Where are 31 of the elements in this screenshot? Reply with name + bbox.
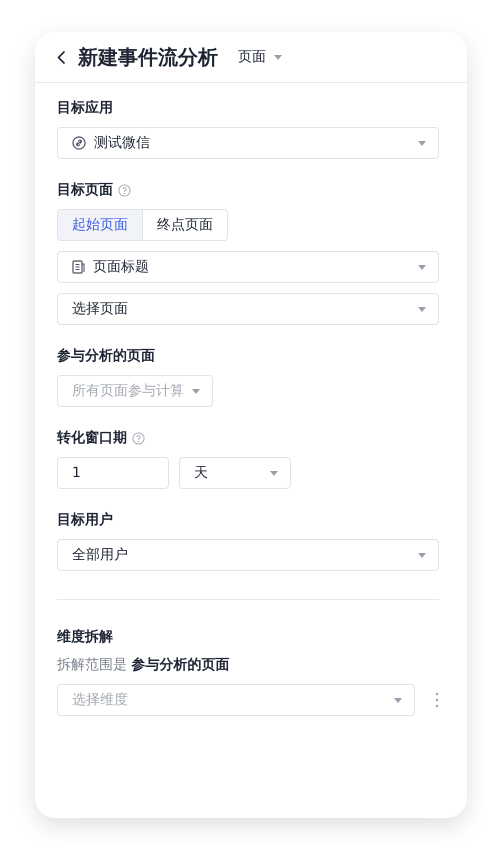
help-icon[interactable] (118, 184, 131, 196)
caret-icon (418, 140, 426, 146)
dropdown-select[interactable]: 选择页面 (57, 293, 439, 325)
caret-icon (418, 264, 426, 270)
number-input[interactable]: 1 (57, 457, 169, 489)
scope-note: 拆解范围是 参与分析的页面 (57, 656, 230, 674)
page-title: 新建事件流分析 (78, 44, 218, 70)
document-icon (72, 260, 85, 274)
section-label: 维度拆解 (57, 628, 113, 646)
dropdown-select[interactable]: 页面标题 (57, 251, 439, 283)
section-label: 目标页面 (57, 181, 113, 199)
dropdown-select[interactable]: 全部用户 (57, 539, 439, 571)
caret-icon (418, 306, 426, 312)
section-label: 目标应用 (57, 99, 113, 117)
page-tab[interactable]: 终点页面 (143, 209, 228, 241)
caret-icon (394, 698, 402, 702)
unit-select[interactable]: 天 (179, 457, 291, 489)
more-icon[interactable] (435, 692, 439, 708)
caret-icon (270, 470, 278, 476)
back-icon[interactable] (57, 50, 66, 64)
page-tab[interactable]: 起始页面 (57, 209, 143, 241)
caret-icon (274, 54, 282, 60)
section-label: 转化窗口期 (57, 429, 127, 447)
type-dropdown[interactable]: 页面 (238, 48, 282, 66)
dropdown-select[interactable]: 测试微信 (57, 127, 439, 159)
help-icon[interactable] (132, 432, 145, 444)
caret-icon (418, 552, 426, 558)
caret-icon (192, 388, 200, 394)
link-icon (72, 136, 86, 150)
section-label: 参与分析的页面 (57, 347, 155, 365)
section-label: 目标用户 (57, 511, 113, 529)
